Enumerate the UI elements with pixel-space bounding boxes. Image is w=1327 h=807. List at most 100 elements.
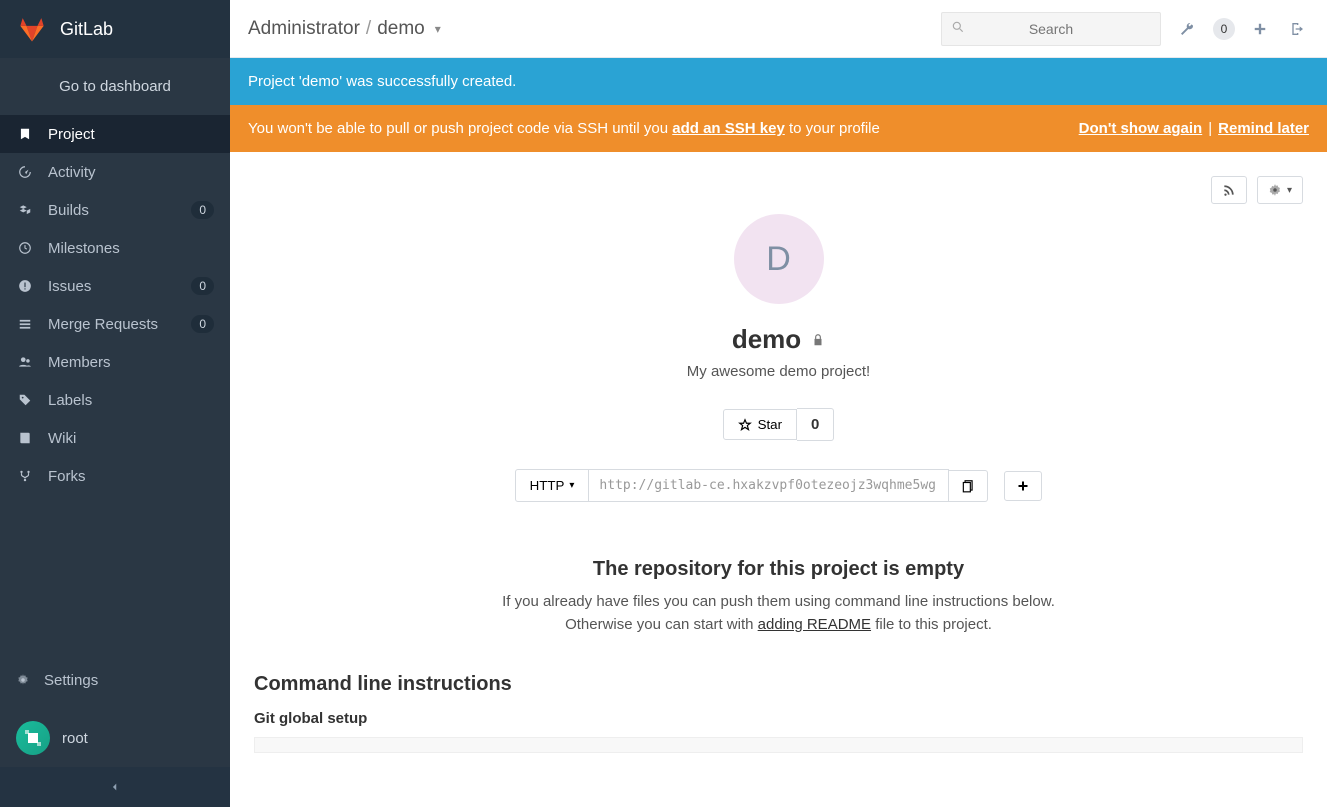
project-settings-dropdown[interactable]: ▾ — [1257, 176, 1303, 204]
breadcrumb-separator: / — [366, 18, 371, 40]
sidebar-item-activity[interactable]: Activity — [0, 153, 230, 191]
go-to-dashboard-link[interactable]: Go to dashboard — [0, 58, 230, 115]
chevron-down-icon: ▾ — [569, 480, 574, 491]
lock-icon — [811, 333, 825, 347]
sidebar-item-label: Wiki — [48, 430, 214, 447]
sidebar-item-label: Members — [48, 354, 214, 371]
empty-line2-pre: Otherwise you can start with — [565, 616, 758, 633]
project-content: ▾ D demo My awesome demo project! Star 0 — [230, 152, 1327, 807]
sidebar: GitLab Go to dashboard Project Activity … — [0, 0, 230, 807]
alert-ssh-post: to your profile — [785, 120, 880, 137]
clone-add-button[interactable] — [1004, 471, 1042, 501]
user-avatar-icon — [16, 721, 50, 755]
clipboard-icon — [961, 479, 975, 493]
breadcrumb[interactable]: Administrator / demo ▾ — [248, 18, 441, 40]
star-count: 0 — [797, 408, 834, 441]
fork-icon — [16, 469, 34, 483]
exclamation-icon — [16, 279, 34, 293]
sidebar-header[interactable]: GitLab — [0, 0, 230, 58]
alert-ssh-warning: You won't be able to pull or push projec… — [230, 105, 1327, 152]
add-ssh-key-link[interactable]: add an SSH key — [672, 120, 785, 137]
gear-icon — [1268, 183, 1282, 197]
sidebar-item-milestones[interactable]: Milestones — [0, 229, 230, 267]
sign-out-button[interactable] — [1285, 17, 1309, 41]
sidebar-item-label: Labels — [48, 392, 214, 409]
empty-line1: If you already have files you can push t… — [254, 593, 1303, 610]
sign-out-icon — [1289, 21, 1305, 37]
sidebar-item-builds[interactable]: Builds 0 — [0, 191, 230, 229]
users-icon — [16, 355, 34, 369]
copy-url-button[interactable] — [949, 470, 988, 502]
sidebar-nav: Project Activity Builds 0 Milestones Iss… — [0, 115, 230, 651]
sidebar-item-label: Issues — [48, 278, 177, 295]
project-description: My awesome demo project! — [254, 363, 1303, 380]
sidebar-item-members[interactable]: Members — [0, 343, 230, 381]
breadcrumb-project: demo — [377, 18, 425, 40]
search-icon — [951, 20, 965, 34]
sidebar-item-merge-requests[interactable]: Merge Requests 0 — [0, 305, 230, 343]
empty-line2-post: file to this project. — [871, 616, 992, 633]
sidebar-item-label: Builds — [48, 202, 177, 219]
sidebar-item-project[interactable]: Project — [0, 115, 230, 153]
chevron-down-icon: ▾ — [1287, 185, 1292, 196]
wrench-icon — [1179, 21, 1195, 37]
star-label: Star — [758, 417, 782, 432]
user-name: root — [62, 730, 88, 747]
sidebar-item-label: Merge Requests — [48, 316, 177, 333]
alert-success-text: Project 'demo' was successfully created. — [248, 73, 516, 90]
rss-icon — [1222, 183, 1236, 197]
builds-count-badge: 0 — [191, 201, 214, 219]
plus-icon — [1253, 22, 1267, 36]
book-icon — [16, 431, 34, 445]
admin-wrench-button[interactable] — [1175, 17, 1199, 41]
sidebar-item-label: Project — [48, 126, 214, 143]
breadcrumb-owner: Administrator — [248, 18, 360, 40]
tags-icon — [16, 393, 34, 407]
sidebar-item-issues[interactable]: Issues 0 — [0, 267, 230, 305]
rss-button[interactable] — [1211, 176, 1247, 204]
gitlab-logo-icon — [18, 15, 46, 43]
alert-ssh-message: You won't be able to pull or push projec… — [248, 120, 1079, 137]
topbar: Administrator / demo ▾ 0 — [230, 0, 1327, 58]
new-plus-button[interactable] — [1249, 18, 1271, 40]
adding-readme-link[interactable]: adding README — [758, 616, 871, 633]
empty-repo-section: The repository for this project is empty… — [254, 558, 1303, 633]
clone-protocol-label: HTTP — [530, 478, 565, 493]
sidebar-item-labels[interactable]: Labels — [0, 381, 230, 419]
alert-success: Project 'demo' was successfully created. — [230, 58, 1327, 105]
bookmark-icon — [16, 127, 34, 141]
sidebar-item-forks[interactable]: Forks — [0, 457, 230, 495]
star-button[interactable]: Star — [723, 409, 797, 440]
project-name: demo — [732, 324, 801, 355]
cli-code-block — [254, 737, 1303, 753]
sidebar-item-label: Activity — [48, 164, 214, 181]
sidebar-item-wiki[interactable]: Wiki — [0, 419, 230, 457]
alert-ssh-pre: You won't be able to pull or push projec… — [248, 120, 672, 137]
clone-protocol-dropdown[interactable]: HTTP ▾ — [515, 469, 590, 502]
brand-label: GitLab — [60, 19, 113, 40]
dont-show-again-link[interactable]: Don't show again — [1079, 120, 1203, 137]
search-input[interactable] — [941, 12, 1161, 46]
chevron-left-icon — [110, 782, 120, 792]
dashboard-icon — [16, 165, 34, 179]
empty-heading: The repository for this project is empty — [254, 558, 1303, 581]
project-avatar: D — [734, 214, 824, 304]
cli-sub-heading: Git global setup — [254, 710, 1303, 727]
clone-url-input[interactable] — [589, 469, 949, 502]
remind-later-link[interactable]: Remind later — [1218, 120, 1309, 137]
sidebar-item-settings[interactable]: Settings — [0, 661, 230, 699]
cogs-icon — [16, 673, 30, 687]
sidebar-item-label: Settings — [44, 672, 98, 689]
sidebar-item-label: Forks — [48, 468, 214, 485]
alert-separator: | — [1208, 120, 1212, 137]
cli-instructions: Command line instructions Git global set… — [254, 673, 1303, 753]
empty-line2: Otherwise you can start with adding READ… — [254, 616, 1303, 633]
mr-count-badge: 0 — [191, 315, 214, 333]
sidebar-item-label: Milestones — [48, 240, 214, 257]
clock-icon — [16, 241, 34, 255]
sidebar-collapse-button[interactable] — [0, 767, 230, 807]
todos-badge[interactable]: 0 — [1213, 18, 1235, 40]
tasks-icon — [16, 317, 34, 331]
cubes-icon — [16, 203, 34, 217]
sidebar-user[interactable]: root — [0, 709, 230, 767]
